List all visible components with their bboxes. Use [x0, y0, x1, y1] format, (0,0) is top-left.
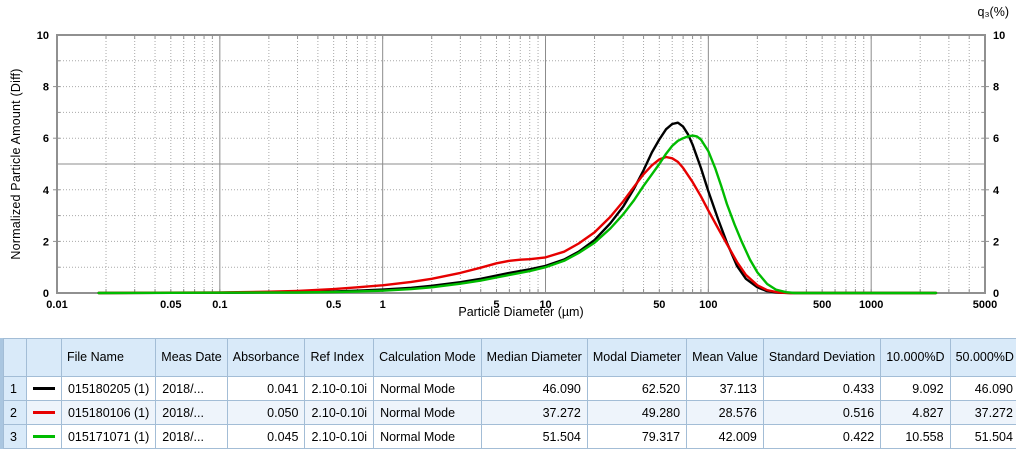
absorbance-cell[interactable]: 0.045 [227, 425, 305, 449]
table-header-row: File NameMeas DateAbsorbanceRef IndexCal… [4, 339, 1016, 377]
calculation-mode-cell[interactable]: Normal Mode [374, 401, 482, 425]
y-axis-tick-label-right: 6 [993, 133, 999, 145]
row-number-cell[interactable]: 3 [4, 425, 27, 449]
column-header-modal-diameter: Modal Diameter [587, 339, 686, 377]
column-header-row-number [4, 339, 27, 377]
mean-value-cell[interactable]: 37.113 [687, 377, 764, 401]
y-axis-tick-label-right: 4 [993, 185, 1000, 197]
y-axis-tick-label-right: 2 [993, 236, 999, 248]
column-header-mean-value: Mean Value [687, 339, 764, 377]
table-row-2[interactable]: 2 015180106 (1)2018/...0.0502.10-0.10iNor… [4, 401, 1016, 425]
column-header-calculation-mode: Calculation Mode [374, 339, 482, 377]
line-color-cell[interactable] [26, 377, 61, 401]
y-axis-tick-label-right: 10 [993, 30, 1005, 42]
line-color-cell[interactable] [26, 425, 61, 449]
absorbance-cell[interactable]: 0.050 [227, 401, 305, 425]
line-color-swatch [33, 387, 55, 390]
standard-deviation-cell[interactable]: 0.433 [763, 377, 880, 401]
data-curve-3 [99, 136, 936, 293]
particle-size-distribution-chart: 002244668810100.010.050.10.5151050100500… [0, 0, 1016, 338]
meas-date-cell[interactable]: 2018/... [156, 377, 227, 401]
modal-diameter-cell[interactable]: 49.280 [587, 401, 686, 425]
y-axis-tick-label-right: 8 [993, 82, 999, 94]
median-diameter-cell[interactable]: 46.090 [481, 377, 587, 401]
column-header-line-color [26, 339, 61, 377]
median-diameter-cell[interactable]: 51.504 [481, 425, 587, 449]
y-axis-title: Normalized Particle Amount (Diff) [9, 68, 23, 259]
mean-value-cell[interactable]: 28.576 [687, 401, 764, 425]
mean-value-cell[interactable]: 42.009 [687, 425, 764, 449]
results-table: File NameMeas DateAbsorbanceRef IndexCal… [3, 338, 1016, 449]
modal-diameter-cell[interactable]: 62.520 [587, 377, 686, 401]
column-header-file-name: File Name [61, 339, 155, 377]
y-axis-tick-label-left: 10 [37, 30, 49, 42]
d10-cell[interactable]: 10.558 [881, 425, 950, 449]
y-axis-tick-label-left: 8 [43, 82, 49, 94]
d50-cell[interactable]: 51.504 [950, 425, 1016, 449]
d50-cell[interactable]: 37.272 [950, 401, 1016, 425]
file-name-cell[interactable]: 015171071 (1) [61, 425, 155, 449]
line-color-cell[interactable] [26, 401, 61, 425]
row-number-cell[interactable]: 2 [4, 401, 27, 425]
file-name-cell[interactable]: 015180205 (1) [61, 377, 155, 401]
median-diameter-cell[interactable]: 37.272 [481, 401, 587, 425]
column-header-median-diameter: Median Diameter [481, 339, 587, 377]
row-number-cell[interactable]: 1 [4, 377, 27, 401]
chart-plot-area: 002244668810100.010.050.10.5151050100500… [0, 0, 1016, 335]
column-header-absorbance: Absorbance [227, 339, 305, 377]
y-axis-tick-label-left: 6 [43, 133, 49, 145]
file-name-cell[interactable]: 015180106 (1) [61, 401, 155, 425]
meas-date-cell[interactable]: 2018/... [156, 425, 227, 449]
calculation-mode-cell[interactable]: Normal Mode [374, 377, 482, 401]
column-header-d50: 50.000%D [950, 339, 1016, 377]
modal-diameter-cell[interactable]: 79.317 [587, 425, 686, 449]
standard-deviation-cell[interactable]: 0.516 [763, 401, 880, 425]
ref-index-cell[interactable]: 2.10-0.10i [305, 377, 374, 401]
column-header-meas-date: Meas Date [156, 339, 227, 377]
results-table-panel: File NameMeas DateAbsorbanceRef IndexCal… [0, 338, 1016, 449]
standard-deviation-cell[interactable]: 0.422 [763, 425, 880, 449]
y-axis-tick-label-left: 4 [43, 185, 50, 197]
line-color-swatch [33, 435, 55, 438]
x-axis-title: Particle Diameter (µm) [57, 305, 985, 319]
d50-cell[interactable]: 46.090 [950, 377, 1016, 401]
right-axis-title: q₃(%) [978, 5, 1009, 19]
calculation-mode-cell[interactable]: Normal Mode [374, 425, 482, 449]
column-header-standard-deviation: Standard Deviation [763, 339, 880, 377]
absorbance-cell[interactable]: 0.041 [227, 377, 305, 401]
meas-date-cell[interactable]: 2018/... [156, 401, 227, 425]
ref-index-cell[interactable]: 2.10-0.10i [305, 401, 374, 425]
column-header-d10: 10.000%D [881, 339, 950, 377]
table-row-1[interactable]: 1 015180205 (1)2018/...0.0412.10-0.10iNor… [4, 377, 1016, 401]
d10-cell[interactable]: 9.092 [881, 377, 950, 401]
table-row-3[interactable]: 3 015171071 (1)2018/...0.0452.10-0.10iNor… [4, 425, 1016, 449]
ref-index-cell[interactable]: 2.10-0.10i [305, 425, 374, 449]
line-color-swatch [33, 411, 55, 414]
y-axis-tick-label-left: 2 [43, 236, 49, 248]
column-header-ref-index: Ref Index [305, 339, 374, 377]
d10-cell[interactable]: 4.827 [881, 401, 950, 425]
